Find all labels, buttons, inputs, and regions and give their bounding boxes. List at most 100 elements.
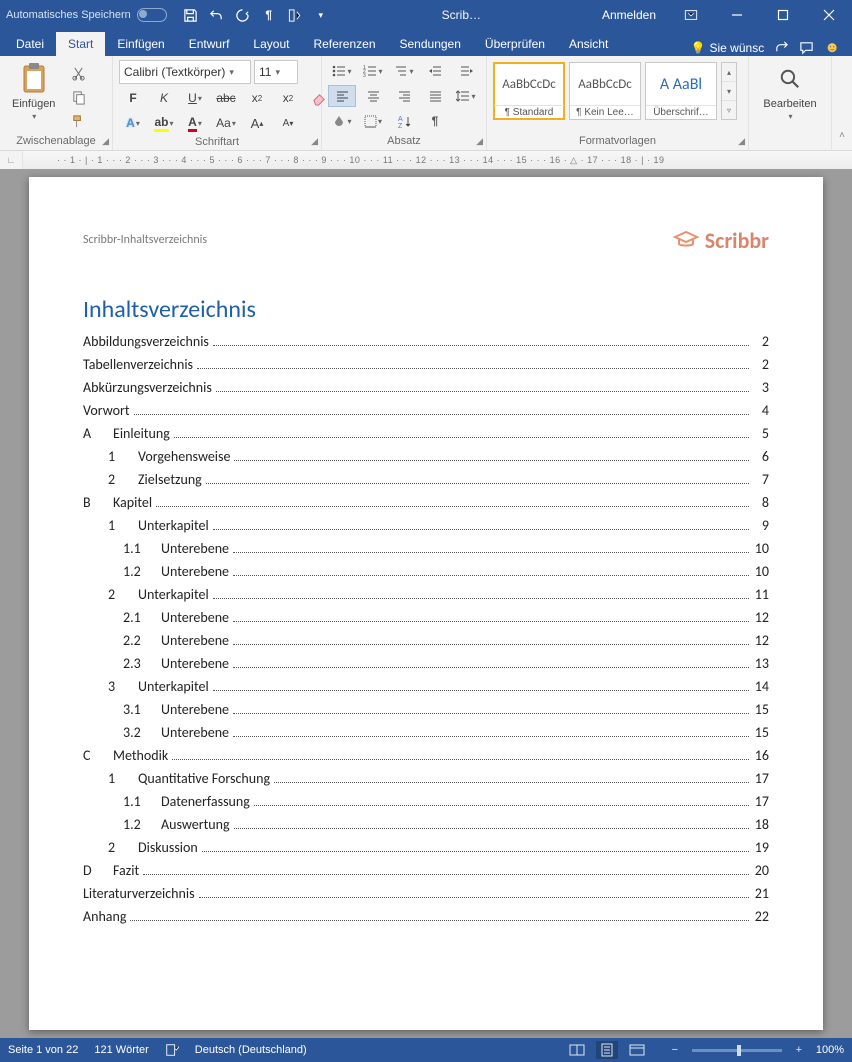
toc-entry[interactable]: 3.1Unterebene 15 [83,698,769,721]
toc-entry[interactable]: 1.1Unterebene 10 [83,537,769,560]
italic-button[interactable]: K [150,87,178,109]
zoom-level[interactable]: 100% [816,1044,844,1056]
toc-entry[interactable]: 2.2Unterebene 12 [83,629,769,652]
touch-mode-button[interactable] [283,3,307,27]
zoom-out-button[interactable]: − [664,1041,686,1059]
zoom-slider[interactable] [692,1049,782,1052]
close-button[interactable] [806,0,852,30]
toc-entry[interactable]: Tabellenverzeichnis 2 [83,353,769,376]
justify-button[interactable] [421,85,449,107]
tell-me-button[interactable]: 💡Sie wünsc [691,41,765,55]
toc-entry[interactable]: 1.1Datenerfassung 17 [83,790,769,813]
highlight-button[interactable]: ab▾ [150,112,178,134]
tab-selector-icon[interactable]: ∟ [0,151,23,169]
read-mode-button[interactable] [566,1041,588,1059]
toc-entry[interactable]: DFazit 20 [83,859,769,882]
show-paragraph-marks-button[interactable]: ¶ [421,110,449,132]
bold-button[interactable]: F [119,87,147,109]
style-standard[interactable]: AaBbCcDc¶ Standard [493,62,565,120]
language-indicator[interactable]: Deutsch (Deutschland) [195,1044,307,1056]
paragraph-marks-button[interactable]: ¶ [257,3,281,27]
toc-entry[interactable]: 2Unterkapitel 11 [83,583,769,606]
numbering-button[interactable]: 123▾ [359,60,387,82]
bullets-button[interactable]: ▾ [328,60,356,82]
tab-ueberpruefen[interactable]: Überprüfen [473,32,557,56]
toc-entry[interactable]: Abkürzungsverzeichnis 3 [83,376,769,399]
toc-entry[interactable]: 2Diskussion 19 [83,836,769,859]
toc-entry[interactable]: 1Quantitative Forschung 17 [83,767,769,790]
redo-button[interactable] [231,3,255,27]
toc-entry[interactable]: 3.2Unterebene 15 [83,721,769,744]
dialog-launcher-icon[interactable]: ◢ [738,136,745,147]
sort-button[interactable]: AZ [390,110,418,132]
increase-indent-button[interactable] [452,60,480,82]
page-count[interactable]: Seite 1 von 22 [8,1044,78,1056]
comments-button[interactable] [799,40,814,55]
paste-button[interactable]: Einfügen ▾ [6,60,61,123]
tab-sendungen[interactable]: Sendungen [388,32,473,56]
tab-entwurf[interactable]: Entwurf [177,32,242,56]
dialog-launcher-icon[interactable]: ◢ [476,136,483,147]
toc-entry[interactable]: Vorwort 4 [83,399,769,422]
line-spacing-button[interactable]: ▾ [452,85,480,107]
copy-button[interactable] [64,86,92,108]
toc-entry[interactable]: 1Unterkapitel 9 [83,514,769,537]
font-color-button[interactable]: A▾ [181,112,209,134]
print-layout-button[interactable] [596,1041,618,1059]
change-case-button[interactable]: Aa▾ [212,112,240,134]
cut-button[interactable] [64,62,92,84]
font-size-combo[interactable]: 11▾ [254,60,298,84]
underline-button[interactable]: U▾ [181,87,209,109]
tab-einfuegen[interactable]: Einfügen [105,32,176,56]
web-layout-button[interactable] [626,1041,648,1059]
borders-button[interactable]: ▾ [359,110,387,132]
toc-entry[interactable]: 1.2Auswertung 18 [83,813,769,836]
align-left-button[interactable] [328,85,356,107]
style-ueberschrift[interactable]: A AaBlÜberschrif… [645,62,717,120]
tab-referenzen[interactable]: Referenzen [301,32,387,56]
word-count[interactable]: 121 Wörter [94,1044,148,1056]
tab-layout[interactable]: Layout [241,32,301,56]
signin-button[interactable]: Anmelden [590,0,668,30]
autosave-toggle[interactable]: Automatisches Speichern [6,8,167,22]
superscript-button[interactable]: x2 [274,87,302,109]
toc-entry[interactable]: Abbildungsverzeichnis 2 [83,330,769,353]
toc-entry[interactable]: 2Zielsetzung 7 [83,468,769,491]
toc-entry[interactable]: 1.2Unterebene 10 [83,560,769,583]
ruler[interactable]: ∟ · · 1 · | · 1 · · · 2 · · · 3 · · · 4 … [0,151,852,169]
dialog-launcher-icon[interactable]: ◢ [311,136,318,147]
toc-entry[interactable]: 2.3Unterebene 13 [83,652,769,675]
strikethrough-button[interactable]: abc [212,87,240,109]
decrease-indent-button[interactable] [421,60,449,82]
toc-entry[interactable]: 2.1Unterebene 12 [83,606,769,629]
subscript-button[interactable]: x2 [243,87,271,109]
minimize-button[interactable] [714,0,760,30]
smiley-button[interactable]: ☻ [824,39,840,56]
shading-button[interactable]: ▾ [328,110,356,132]
toc-entry[interactable]: 1Vorgehensweise 6 [83,445,769,468]
share-button[interactable] [774,40,789,55]
dialog-launcher-icon[interactable]: ◢ [102,136,109,147]
multilevel-list-button[interactable]: ▾ [390,60,418,82]
undo-button[interactable] [205,3,229,27]
ribbon-display-button[interactable] [668,0,714,30]
document-area[interactable]: Scribbr-Inhaltsverzeichnis Scribbr Inhal… [0,169,852,1038]
grow-font-button[interactable]: A▴ [243,112,271,134]
align-center-button[interactable] [359,85,387,107]
qat-more-button[interactable]: ▾ [309,3,333,27]
toc-entry[interactable]: Anhang 22 [83,905,769,928]
save-button[interactable] [179,3,203,27]
tab-ansicht[interactable]: Ansicht [557,32,620,56]
format-painter-button[interactable] [64,110,92,132]
page[interactable]: Scribbr-Inhaltsverzeichnis Scribbr Inhal… [29,177,823,1030]
font-name-combo[interactable]: Calibri (Textkörper)▾ [119,60,251,84]
toc-entry[interactable]: AEinleitung 5 [83,422,769,445]
toc-entry[interactable]: CMethodik 16 [83,744,769,767]
toc-entry[interactable]: 3Unterkapitel 14 [83,675,769,698]
text-effects-button[interactable]: A▾ [119,112,147,134]
tab-datei[interactable]: Datei [4,32,56,56]
zoom-in-button[interactable]: + [788,1041,810,1059]
style-gallery-scroll[interactable]: ▴▾▿ [721,62,737,120]
toc-entry[interactable]: BKapitel 8 [83,491,769,514]
spellcheck-button[interactable] [165,1043,179,1057]
